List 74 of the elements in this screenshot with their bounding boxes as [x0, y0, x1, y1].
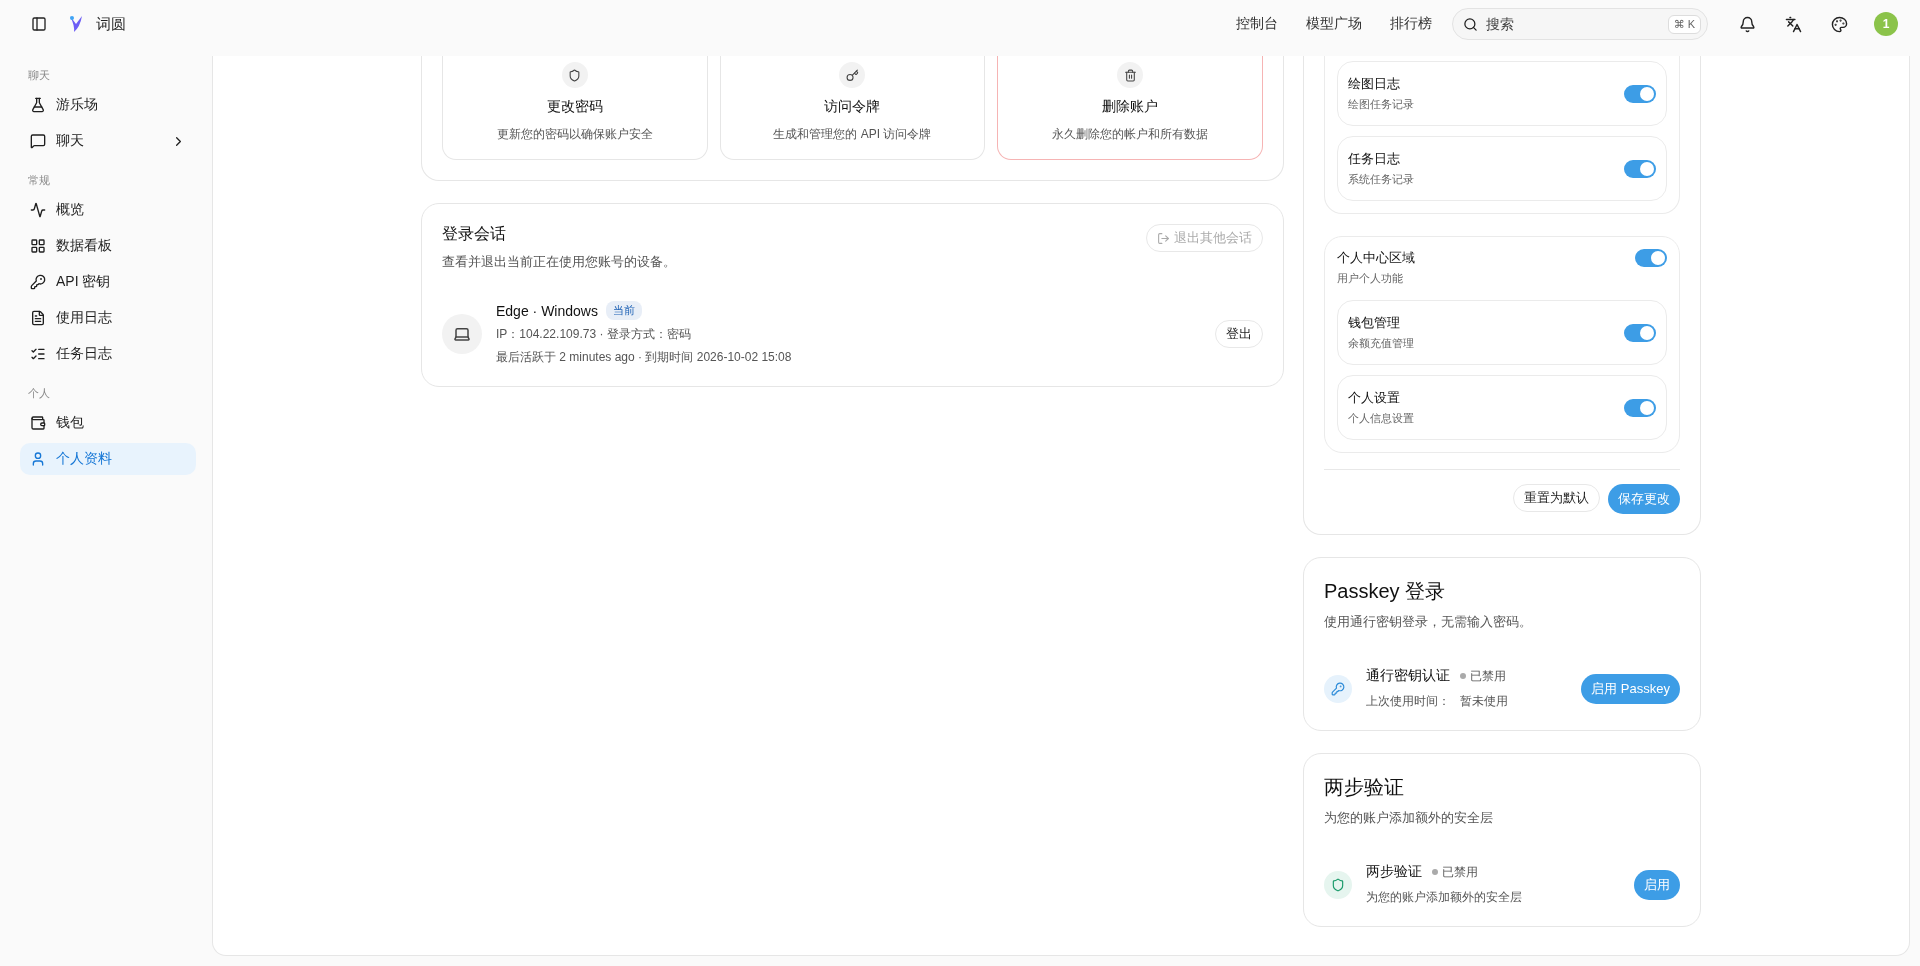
sidebar-item[interactable]: 概览 [20, 194, 196, 226]
card-description: 为您的账户添加额外的安全层 [1324, 809, 1494, 827]
last-used-label: 上次使用时间： [1366, 693, 1450, 710]
logo-icon [68, 15, 84, 33]
sidebar-item[interactable]: 使用日志 [20, 302, 196, 334]
last-used-value: 暂未使用 [1460, 693, 1508, 710]
action-icon [561, 62, 588, 88]
logout-icon [1157, 231, 1170, 245]
laptop-icon [442, 313, 482, 354]
card-title: 登录会话 [442, 224, 507, 244]
card-title: 两步验证 [1324, 775, 1405, 800]
two-factor-detail: 为您的账户添加额外的安全层 [1366, 889, 1523, 906]
sidebar-item[interactable]: 数据看板 [20, 230, 196, 262]
nav-icon [30, 133, 46, 149]
action-card[interactable]: 更改密码 更新您的密码以确保账户安全 [442, 56, 708, 160]
setting-description: 余额充值管理 [1348, 336, 1414, 351]
status-label: 已禁用 [1432, 863, 1478, 881]
setting-title: 绘图日志 [1348, 75, 1401, 93]
action-card[interactable]: 访问令牌 生成和管理您的 API 访问令牌 [719, 56, 986, 160]
setting-description: 个人信息设置 [1348, 411, 1414, 426]
sidebar-item[interactable]: 游乐场 [20, 89, 196, 121]
nav-icon [30, 451, 46, 467]
card-description: 使用通行密钥登录，无需输入密码。 [1324, 613, 1533, 631]
shield-icon [1324, 870, 1352, 899]
sidebar-item[interactable]: 钱包 [20, 407, 196, 439]
sidebar-item[interactable]: API 密钥 [20, 266, 196, 298]
sidebar-item[interactable]: 任务日志 [20, 338, 196, 370]
nav-link[interactable]: 模型广场 [1298, 15, 1370, 33]
device-name: Edge · Windows [496, 302, 598, 319]
nav-icon [30, 238, 46, 254]
device-activity: 最后活跃于 2 minutes ago · 到期时间 2026-10-02 15:08 [496, 349, 793, 366]
two-factor-name: 两步验证 [1366, 863, 1422, 881]
reset-button[interactable]: 重置为默认 [1513, 484, 1600, 512]
action-icon [1117, 62, 1144, 88]
nav-icon [30, 97, 46, 113]
nav-link[interactable]: 控制台 [1228, 15, 1286, 33]
action-icon [839, 62, 866, 88]
shortcut-hint: ⌘ K [1667, 14, 1701, 34]
nav-icon [30, 415, 46, 431]
setting-title: 个人设置 [1348, 389, 1401, 407]
sidebar-item[interactable]: 个人资料 [20, 443, 196, 475]
logout-button[interactable]: 登出 [1215, 319, 1263, 348]
group-description: 用户个人功能 [1337, 271, 1404, 286]
setting-title: 钱包管理 [1348, 314, 1401, 332]
brand-name: 词圆 [96, 14, 126, 34]
key-icon [1324, 674, 1352, 703]
toggle-switch[interactable] [1624, 84, 1656, 103]
nav-icon [30, 310, 46, 326]
setting-description: 绘图任务记录 [1348, 97, 1414, 112]
passkey-name: 通行密钥认证 [1366, 667, 1450, 685]
toggle-switch[interactable] [1635, 249, 1667, 267]
nav-icon [30, 346, 46, 362]
card-description: 查看并退出当前正在使用您账号的设备。 [442, 253, 676, 271]
toggle-switch[interactable] [1624, 323, 1656, 342]
search-field[interactable]: 搜索 [1484, 15, 1662, 33]
group-title: 个人中心区域 [1337, 249, 1415, 267]
sidebar-section-title: 常规 [27, 173, 51, 188]
search-icon [1463, 16, 1478, 32]
card-title: Passkey 登录 [1324, 579, 1447, 604]
nav-icon [30, 202, 46, 218]
current-badge: 当前 [605, 301, 642, 320]
sidebar-section-title: 聊天 [27, 68, 51, 83]
device-ip: IP：104.22.109.73 · 登录方式：密码 [496, 326, 692, 343]
toggle-switch[interactable] [1624, 398, 1656, 417]
nav-icon [30, 274, 46, 290]
status-label: 已禁用 [1460, 667, 1506, 685]
sidebar-section-title: 个人 [27, 386, 51, 401]
setting-title: 任务日志 [1348, 150, 1401, 168]
toggle-switch[interactable] [1624, 159, 1656, 178]
sidebar-item[interactable]: 聊天 [20, 125, 196, 157]
nav-link[interactable]: 排行榜 [1382, 15, 1440, 33]
setting-description: 系统任务记录 [1348, 172, 1414, 187]
action-card[interactable]: 删除账户 永久删除您的帐户和所有数据 [997, 56, 1263, 160]
search-bar[interactable]: 搜索 ⌘ K [1452, 8, 1708, 40]
